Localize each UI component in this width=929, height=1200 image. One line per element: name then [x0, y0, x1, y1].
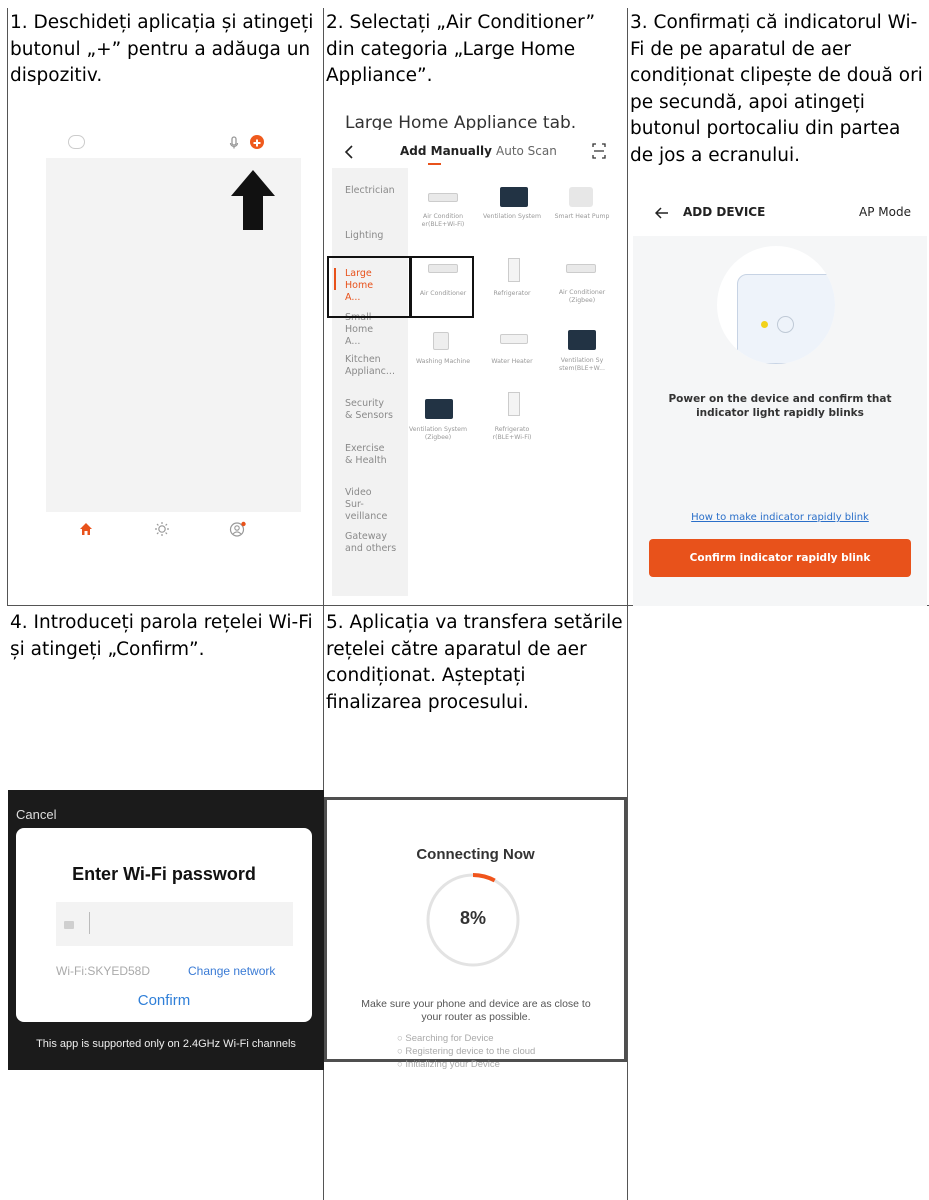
ventilation-icon: [568, 330, 596, 350]
add-device-screen: ADD DEVICE AP Mode Power on the device a…: [633, 190, 927, 606]
category-video[interactable]: Video Sur-veillance: [345, 487, 393, 523]
category-kitchen[interactable]: Kitchen Applianc...: [345, 354, 395, 378]
step-list: ○ Searching for Device ○ Registering dev…: [397, 1032, 535, 1071]
mic-icon: [229, 136, 239, 149]
proximity-message: Make sure your phone and device are as c…: [361, 998, 591, 1023]
step-label: Searching for Device: [405, 1033, 494, 1044]
device-label[interactable]: Smart Heat Pump: [550, 213, 614, 221]
indicator-light: [761, 321, 768, 328]
refrigerator-icon: [508, 392, 520, 416]
lens-icon: [68, 135, 85, 149]
water-heater-icon: [500, 334, 528, 344]
ventilation-icon: [425, 399, 453, 419]
category-security[interactable]: Security & Sensors: [345, 398, 393, 422]
password-input[interactable]: [56, 902, 293, 946]
step-item: ○ Searching for Device: [397, 1032, 535, 1045]
sun-icon[interactable]: [154, 521, 170, 537]
device-label[interactable]: Air Condition er(BLE+Wi-Fi): [411, 213, 475, 229]
instruction-3: 3. Confirmați că indicatorul Wi-Fi de pe…: [630, 12, 923, 166]
confirm-button[interactable]: Confirm: [16, 992, 312, 1009]
category-exercise[interactable]: Exercise & Health: [345, 443, 393, 467]
device-label[interactable]: Refrigerator: [480, 290, 544, 298]
top-bar: [46, 126, 301, 158]
active-tab-indicator: [428, 163, 441, 165]
air-conditioner-icon: [566, 264, 596, 273]
step-item: ○ Initializing your Device: [397, 1058, 535, 1071]
step-label: Registering device to the cloud: [405, 1046, 536, 1057]
air-conditioner-icon: [428, 193, 458, 202]
wifi-ssid: Wi-Fi:SKYED58D: [56, 964, 151, 978]
back-arrow-icon[interactable]: [655, 207, 669, 219]
highlight-category: [327, 256, 411, 318]
power-icon: [777, 316, 794, 333]
footer-note: This app is supported only on 2.4GHz Wi-…: [36, 1038, 296, 1050]
lock-icon: [64, 921, 74, 929]
instruction-5: 5. Aplicația va transfera setările rețel…: [326, 612, 623, 713]
device-label[interactable]: Washing Machine: [411, 358, 475, 366]
device-label[interactable]: Water Heater: [480, 358, 544, 366]
category-gateway[interactable]: Gateway and others: [345, 531, 397, 555]
connecting-title: Connecting Now: [416, 846, 535, 863]
profile-icon[interactable]: [229, 521, 247, 537]
text-cursor: [89, 912, 90, 934]
scan-icon[interactable]: [592, 143, 606, 159]
step-label: Initializing your Device: [405, 1059, 500, 1070]
device-label[interactable]: Ventilation System: [480, 213, 544, 221]
heat-pump-icon: [569, 187, 593, 207]
arrow-up-icon: [231, 170, 275, 230]
tab-add-manually[interactable]: Add Manually: [400, 144, 492, 158]
ventilation-icon: [500, 187, 528, 207]
device-label[interactable]: Air Conditioner (Zigbee): [550, 289, 614, 305]
category-electrician[interactable]: Electrician: [345, 185, 395, 197]
add-device-header: ADD DEVICE AP Mode: [633, 190, 927, 236]
ap-mode-link[interactable]: AP Mode: [859, 205, 911, 219]
instruction-4: 4. Introduceți parola rețelei Wi-Fi și a…: [10, 612, 313, 660]
instruction-1: 1. Deschideți aplicația și atingeți buto…: [10, 12, 314, 86]
back-icon[interactable]: [344, 145, 354, 159]
step-item: ○ Registering device to the cloud: [397, 1045, 535, 1058]
screen-title: ADD DEVICE: [683, 205, 766, 219]
dialog-title: Enter Wi-Fi password: [72, 864, 256, 884]
screen-caption: Large Home Appliance tab.: [345, 113, 577, 130]
category-lighting[interactable]: Lighting: [345, 230, 383, 242]
device-label[interactable]: Refrigerato r(BLE+Wi-Fi): [480, 426, 544, 442]
cancel-link[interactable]: Cancel: [16, 807, 56, 822]
wifi-dialog: Enter Wi-Fi password Wi-Fi:SKYED58D Chan…: [16, 828, 312, 1022]
device-illustration: [717, 246, 835, 364]
grid-line: [7, 8, 8, 605]
progress-percent: 8%: [459, 908, 486, 928]
confirm-blink-button[interactable]: Confirm indicator rapidly blink: [649, 539, 911, 577]
device-label[interactable]: Ventilation Sy stem(BLE+W...: [550, 357, 614, 373]
washing-machine-icon: [433, 332, 449, 350]
connecting-screen: Connecting Now 8% Make sure your phone a…: [324, 797, 627, 1070]
wifi-password-screen: Cancel Enter Wi-Fi password Wi-Fi:SKYED5…: [8, 790, 324, 1070]
highlight-air-conditioner: [410, 256, 474, 318]
device-label[interactable]: Ventilation System (Zigbee): [406, 426, 470, 442]
phone-home-screen: [46, 126, 301, 548]
instruction-2: 2. Selectați „Air Conditioner” din categ…: [326, 12, 596, 86]
grid-line: [627, 8, 628, 1200]
change-network-link[interactable]: Change network: [188, 964, 275, 978]
plus-icon[interactable]: [250, 135, 264, 149]
tab-auto-scan[interactable]: Auto Scan: [496, 144, 557, 158]
home-icon[interactable]: [79, 522, 93, 536]
instruction-text: Power on the device and confirm that ind…: [668, 393, 892, 419]
help-link[interactable]: How to make indicator rapidly blink: [647, 512, 913, 523]
bottom-nav: [46, 512, 301, 548]
refrigerator-icon: [508, 258, 520, 282]
